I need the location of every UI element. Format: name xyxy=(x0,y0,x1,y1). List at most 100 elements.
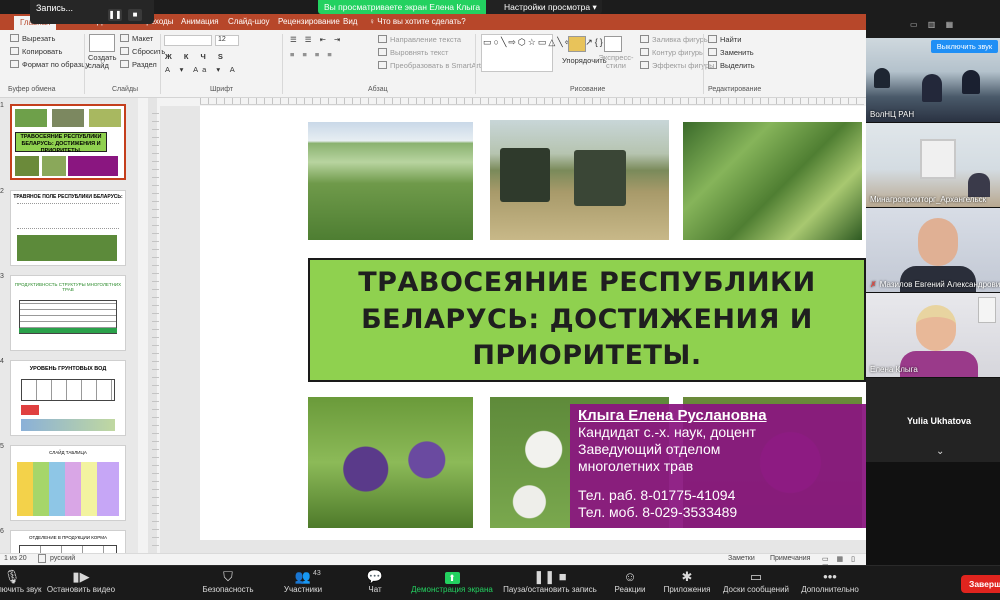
cut-button[interactable]: Вырезать xyxy=(10,34,55,43)
field-photo xyxy=(308,122,473,240)
shape-effects-label: Эффекты фигуры xyxy=(652,61,715,70)
pause-stop-recording-label: Пауза/остановить запись xyxy=(503,585,597,594)
effects-icon xyxy=(640,61,649,69)
smartart-icon xyxy=(378,61,387,69)
video-layout-buttons[interactable]: ▭ ▥ ▦ xyxy=(910,20,957,29)
video-tile[interactable]: Yulia Ukhatova ⌄ xyxy=(866,378,1000,462)
quick-styles-icon[interactable] xyxy=(604,36,622,52)
slide-canvas: ТРАВОСЕЯНИЕ РЕСПУБЛИКИ БЕЛАРУСЬ: ДОСТИЖЕ… xyxy=(160,106,866,553)
font-size-select[interactable]: 12 xyxy=(215,35,239,46)
slide-thumbnail[interactable]: ПРОДУКТИВНОСТЬ СТРУКТУРЫ МНОГОЛЕТНИХ ТРА… xyxy=(10,275,126,351)
pause-stop-recording-button[interactable]: ❚❚ ■ Пауза/остановить запись xyxy=(502,569,598,594)
font-family-select[interactable] xyxy=(164,35,212,46)
thumb-contact xyxy=(68,156,118,176)
tab-animation[interactable]: Анимация xyxy=(181,17,219,26)
select-label: Выделить xyxy=(720,61,755,70)
bold-italic-underline-buttons[interactable]: Ж К Ч S xyxy=(165,52,228,61)
find-button[interactable]: Найти xyxy=(708,35,741,44)
divider xyxy=(84,34,85,94)
comments-button[interactable]: Примечания xyxy=(770,555,810,562)
security-button[interactable]: ⛉ Безопасность xyxy=(200,569,256,594)
reset-button[interactable]: Сбросить xyxy=(120,47,165,56)
text-direction-button[interactable]: Направление текста xyxy=(378,35,461,44)
font-effects-buttons[interactable]: A ▾ Aa ▾ A xyxy=(165,65,239,74)
new-slide-label[interactable]: Создать слайд xyxy=(88,54,118,70)
align-text-button[interactable]: Выровнять текст xyxy=(378,48,448,57)
pause-recording-button[interactable]: ❚❚ xyxy=(108,9,122,21)
layout-button[interactable]: Макет xyxy=(120,34,153,43)
thumb-number: 3 xyxy=(0,273,4,280)
thumb-title: ТРАВОСЕЯНИЕ РЕСПУБЛИКИ БЕЛАРУСЬ: ДОСТИЖЕ… xyxy=(15,132,107,154)
shape-outline-button[interactable]: Контур фигуры xyxy=(640,48,704,57)
arrange-icon[interactable] xyxy=(568,36,586,52)
wall-emblem xyxy=(920,139,956,179)
smartart-label: Преобразовать в SmartArt xyxy=(390,61,481,70)
slide-thumbnail[interactable]: ТРАВОСЕЯНИЕ РЕСПУБЛИКИ БЕЛАРУСЬ: ДОСТИЖЕ… xyxy=(10,104,126,180)
replace-button[interactable]: Заменить xyxy=(708,48,754,57)
thumb-title: УРОВЕНЬ ГРУНТОВЫХ ВОД xyxy=(29,366,107,372)
smartart-button[interactable]: Преобразовать в SmartArt xyxy=(378,61,481,70)
tell-me-box[interactable]: ♀ Что вы хотите сделать? xyxy=(369,17,466,26)
chat-icon: 💬 xyxy=(366,569,384,584)
stop-video-label: Остановить видео xyxy=(46,585,116,594)
tab-view[interactable]: Вид xyxy=(343,17,357,26)
tab-slideshow[interactable]: Слайд-шоу xyxy=(228,17,269,26)
new-slide-icon[interactable] xyxy=(89,34,115,52)
list-buttons[interactable]: ☰ ☰ ⇤ ⇥ xyxy=(290,35,343,44)
shape-fill-label: Заливка фигуры xyxy=(652,35,710,44)
view-options-button[interactable]: Настройки просмотра ▾ xyxy=(486,0,602,14)
format-painter-button[interactable]: Формат по образцу xyxy=(10,60,89,69)
shape-fill-button[interactable]: Заливка фигуры xyxy=(640,35,709,44)
apps-label: Приложения xyxy=(663,585,711,594)
drawing-group-label: Рисование xyxy=(570,86,606,93)
video-tile[interactable]: Минагропромторг_Архангельск xyxy=(866,123,1000,207)
whiteboards-button[interactable]: ▭ Доски сообщений xyxy=(720,569,792,594)
slide-title[interactable]: ТРАВОСЕЯНИЕ РЕСПУБЛИКИ БЕЛАРУСЬ: ДОСТИЖЕ… xyxy=(308,258,866,382)
shapes-gallery[interactable]: ▭○╲⇨⬡☆▭△╲⇦⌒↗{} xyxy=(481,34,603,72)
section-button[interactable]: Раздел xyxy=(120,60,157,69)
participant-name: ВолНЦ РАН xyxy=(870,110,915,119)
language-label[interactable]: русский xyxy=(50,555,75,562)
stop-video-button[interactable]: ▮▶ Остановить видео xyxy=(46,569,116,594)
ribbon: Вырезать Копировать Формат по образцу Бу… xyxy=(0,30,866,98)
align-buttons[interactable]: ≡ ≡ ≡ ≡ xyxy=(290,50,335,59)
slide-thumbnail[interactable]: ТРАВЯНОЕ ПОЛЕ РЕСПУБЛИКИ БЕЛАРУСЬ: xyxy=(10,190,126,266)
more-button[interactable]: ••• Дополнительно xyxy=(798,569,862,594)
chevron-down-icon[interactable]: ⌄ xyxy=(936,446,944,457)
slide-thumbnail[interactable]: СЛАЙД ТАБЛИЦА xyxy=(10,445,126,521)
mute-label: Выключить звук xyxy=(0,585,42,594)
thumb-photo xyxy=(17,235,117,261)
chat-button[interactable]: 💬 Чат xyxy=(362,569,388,594)
layout-icon xyxy=(120,34,129,42)
copy-button[interactable]: Копировать xyxy=(10,47,62,56)
participant-figure xyxy=(922,74,942,102)
text-direction-icon xyxy=(378,35,387,43)
stop-recording-button[interactable]: ■ xyxy=(128,9,142,21)
lightbulb-icon: ♀ xyxy=(369,17,378,26)
spellcheck-icon[interactable] xyxy=(38,554,46,563)
end-meeting-button[interactable]: Завершить xyxy=(961,575,1000,593)
apps-button[interactable]: ✱ Приложения xyxy=(660,569,714,594)
current-slide[interactable]: ТРАВОСЕЯНИЕ РЕСПУБЛИКИ БЕЛАРУСЬ: ДОСТИЖЕ… xyxy=(200,106,866,540)
slide-thumbnail[interactable]: УРОВЕНЬ ГРУНТОВЫХ ВОД xyxy=(10,360,126,436)
copy-icon xyxy=(10,47,19,55)
tab-review[interactable]: Рецензирование xyxy=(278,17,340,26)
thumb-photo xyxy=(15,109,47,127)
mute-button[interactable]: 🎙 Выключить звук xyxy=(0,569,42,594)
reactions-button[interactable]: ☺ Реакции xyxy=(612,569,648,594)
participants-count: 43 xyxy=(313,570,321,577)
share-screen-button[interactable]: ⬆ Демонстрация экрана xyxy=(408,569,496,594)
select-button[interactable]: Выделить xyxy=(708,61,755,70)
video-tile[interactable]: ✗ Мазилов Евгений Александрович xyxy=(866,208,1000,292)
align-text-icon xyxy=(378,48,387,56)
shield-icon: ⛉ xyxy=(223,569,233,584)
quick-styles-label[interactable]: Экспресс-стили xyxy=(598,54,634,70)
alfalfa-photo xyxy=(308,397,473,528)
video-tile[interactable]: Елена Клыга xyxy=(866,293,1000,377)
notes-button[interactable]: Заметки xyxy=(728,555,755,562)
layout-label: Макет xyxy=(132,34,154,43)
slide-thumbnail[interactable]: ОТДЕЛЕНИЕ В ПРОДУКЦИИ КОРМА xyxy=(10,530,126,553)
participant-face xyxy=(918,218,958,266)
participant-name: Yulia Ukhatova xyxy=(907,416,972,426)
mute-button-overlay[interactable]: Выключить звук xyxy=(931,40,998,53)
